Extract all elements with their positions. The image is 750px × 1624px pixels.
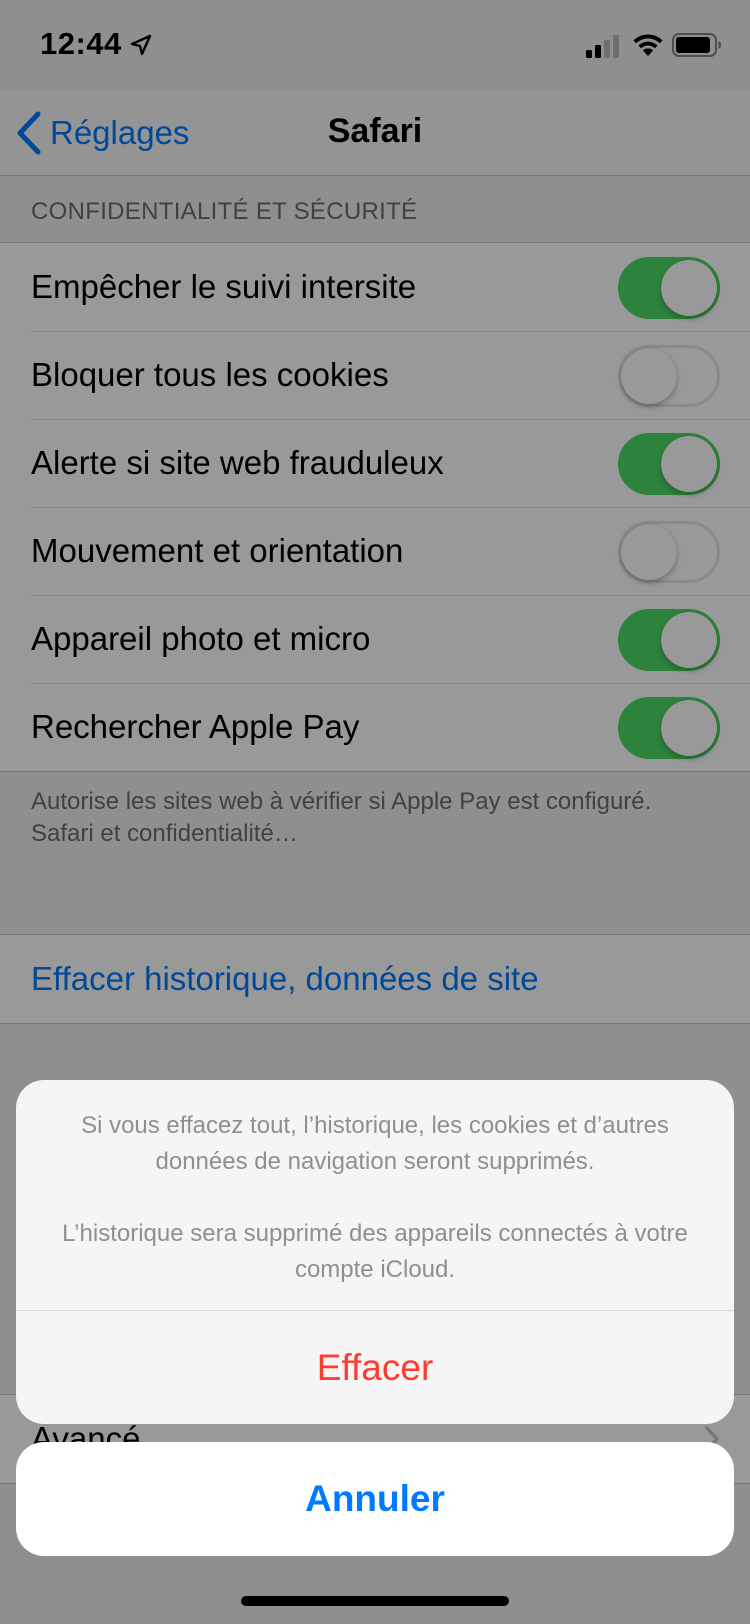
home-indicator[interactable]: [241, 1596, 509, 1606]
safari-settings-screen: 12:44 Réglages Safari CONFIDENTIALITÉ ET…: [0, 0, 750, 1624]
action-sheet-message-line: Si vous effacez tout, l’historique, les …: [81, 1112, 669, 1175]
action-sheet-message-line: L’historique sera supprimé des appareils…: [62, 1220, 688, 1283]
action-sheet-message: Si vous effacez tout, l’historique, les …: [16, 1080, 734, 1311]
cancel-button[interactable]: Annuler: [16, 1442, 734, 1556]
clear-button[interactable]: Effacer: [16, 1311, 734, 1424]
action-sheet: Si vous effacez tout, l’historique, les …: [16, 1080, 734, 1424]
